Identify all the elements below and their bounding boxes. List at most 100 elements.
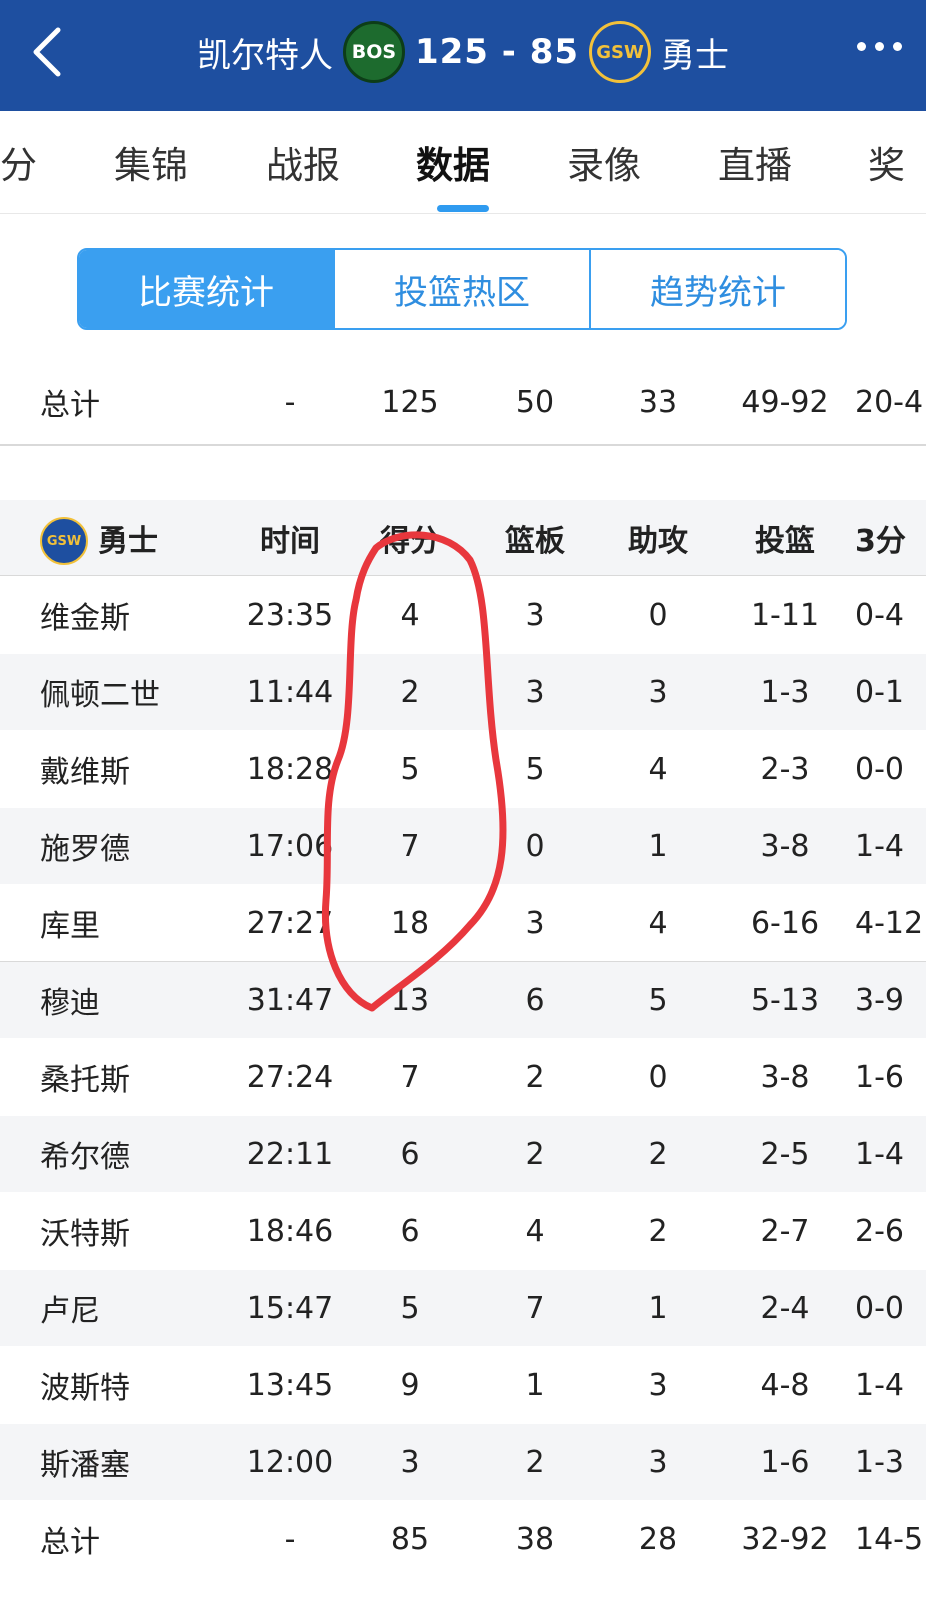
player-three-pointers: 1-6	[855, 1059, 904, 1095]
player-three-pointers: 1-4	[855, 1136, 904, 1172]
player-three-pointers: 0-0	[855, 751, 904, 787]
player-time: 27:27	[246, 905, 334, 941]
player-field-goals: 3-8	[760, 1059, 810, 1095]
player-row[interactable]: 斯潘塞 12:00 3 2 3 1-6 1-3	[0, 1424, 926, 1500]
player-rebounds: 38	[515, 1521, 555, 1557]
player-rebounds: 0	[525, 828, 545, 864]
player-rebounds: 7	[525, 1290, 545, 1326]
player-name: 施罗德	[40, 832, 130, 867]
player-points: 4	[400, 597, 420, 633]
player-time: -	[284, 1521, 296, 1557]
segment-trend-stats[interactable]: 趋势统计	[591, 250, 845, 328]
player-rebounds: 3	[525, 674, 545, 710]
player-time: 27:24	[246, 1059, 334, 1095]
player-name: 穆迪	[40, 986, 100, 1021]
player-time: 13:45	[246, 1367, 334, 1403]
divider	[0, 444, 926, 446]
player-name: 维金斯	[40, 601, 130, 636]
player-points: 5	[400, 751, 420, 787]
total-points: 125	[381, 384, 439, 420]
player-time: 17:06	[246, 828, 334, 864]
warriors-logo-icon: GSW	[40, 517, 88, 565]
player-row[interactable]: 希尔德 22:11 6 2 2 2-5 1-4	[0, 1116, 926, 1192]
active-tab-indicator	[437, 205, 489, 212]
player-row[interactable]: 佩顿二世 11:44 2 3 3 1-3 0-1	[0, 654, 926, 730]
tab-replay[interactable]: 录像	[567, 135, 641, 189]
player-assists: 1	[648, 1290, 668, 1326]
more-options-icon[interactable]	[857, 42, 902, 51]
player-rebounds: 5	[525, 751, 545, 787]
player-name: 沃特斯	[40, 1217, 130, 1252]
tab-score[interactable]: 分	[0, 135, 37, 189]
player-rebounds: 3	[525, 597, 545, 633]
total-rebounds: 50	[515, 384, 555, 420]
total-label: 总计	[40, 388, 100, 423]
player-three-pointers: 0-0	[855, 1290, 904, 1326]
total-time: -	[284, 384, 296, 420]
player-rebounds: 3	[525, 905, 545, 941]
player-assists: 1	[648, 828, 668, 864]
player-field-goals: 2-7	[760, 1213, 810, 1249]
player-field-goals: 1-3	[760, 674, 810, 710]
player-row[interactable]: 沃特斯 18:46 6 4 2 2-7 2-6	[0, 1193, 926, 1269]
player-assists: 3	[648, 1444, 668, 1480]
player-assists: 0	[648, 1059, 668, 1095]
player-points: 5	[400, 1290, 420, 1326]
player-field-goals: 4-8	[760, 1367, 810, 1403]
player-rebounds: 2	[525, 1444, 545, 1480]
player-field-goals: 5-13	[750, 982, 820, 1018]
player-time: 23:35	[246, 597, 334, 633]
player-row[interactable]: 波斯特 13:45 9 1 3 4-8 1-4	[0, 1347, 926, 1423]
player-three-pointers: 0-1	[855, 674, 904, 710]
player-field-goals: 32-92	[741, 1521, 829, 1557]
away-team-name: 勇士	[661, 35, 730, 76]
player-rebounds: 6	[525, 982, 545, 1018]
tab-stats[interactable]: 数据	[416, 135, 490, 189]
tab-highlights[interactable]: 集锦	[114, 135, 188, 189]
player-name: 桑托斯	[40, 1063, 130, 1098]
celtics-logo-icon: BOS	[342, 21, 405, 83]
player-row[interactable]: 戴维斯 18:28 5 5 4 2-3 0-0	[0, 731, 926, 807]
player-name: 波斯特	[40, 1371, 130, 1406]
total-field-goals: 49-92	[741, 384, 829, 420]
player-row[interactable]: 维金斯 23:35 4 3 0 1-11 0-4	[0, 577, 926, 653]
player-name: 戴维斯	[40, 755, 130, 790]
segment-game-stats[interactable]: 比赛统计	[79, 250, 335, 328]
player-row[interactable]: 卢尼 15:47 5 7 1 2-4 0-0	[0, 1270, 926, 1346]
player-assists: 3	[648, 674, 668, 710]
segment-shot-chart[interactable]: 投篮热区	[335, 250, 591, 328]
player-field-goals: 1-11	[750, 597, 820, 633]
player-three-pointers: 3-9	[855, 982, 904, 1018]
player-row[interactable]: 桑托斯 27:24 7 2 0 3-8 1-6	[0, 1039, 926, 1115]
player-time: 11:44	[246, 674, 334, 710]
player-row[interactable]: 穆迪 31:47 13 6 5 5-13 3-9	[0, 962, 926, 1038]
player-field-goals: 3-8	[760, 828, 810, 864]
player-field-goals: 2-4	[760, 1290, 810, 1326]
total-assists: 33	[638, 384, 678, 420]
tab-report[interactable]: 战报	[266, 135, 340, 189]
total-label: 总计	[40, 1525, 100, 1560]
tab-awards[interactable]: 奖	[868, 135, 905, 189]
player-time: 18:28	[246, 751, 334, 787]
player-assists: 4	[648, 751, 668, 787]
col-rebounds: 篮板	[505, 524, 565, 559]
player-assists: 4	[648, 905, 668, 941]
player-points: 18	[390, 905, 430, 941]
player-three-pointers: 4-12	[855, 905, 924, 941]
player-points: 6	[400, 1136, 420, 1172]
game-header: 凯尔特人 BOS 125 - 85 GSW 勇士	[0, 0, 926, 111]
tab-live[interactable]: 直播	[718, 135, 792, 189]
stats-segment-control: 比赛统计 投篮热区 趋势统计	[77, 248, 847, 330]
player-points: 2	[400, 674, 420, 710]
scoreline: 凯尔特人 BOS 125 - 85 GSW 勇士	[0, 21, 926, 83]
player-name: 斯潘塞	[40, 1448, 130, 1483]
player-points: 13	[390, 982, 430, 1018]
player-points: 3	[400, 1444, 420, 1480]
player-row[interactable]: 施罗德 17:06 7 0 1 3-8 1-4	[0, 808, 926, 884]
divider	[0, 575, 926, 576]
player-rebounds: 2	[525, 1059, 545, 1095]
player-row[interactable]: 库里 27:27 18 3 4 6-16 4-12	[0, 885, 926, 961]
player-rebounds: 4	[525, 1213, 545, 1249]
home-team-name: 凯尔特人	[196, 35, 333, 76]
player-points: 7	[400, 1059, 420, 1095]
